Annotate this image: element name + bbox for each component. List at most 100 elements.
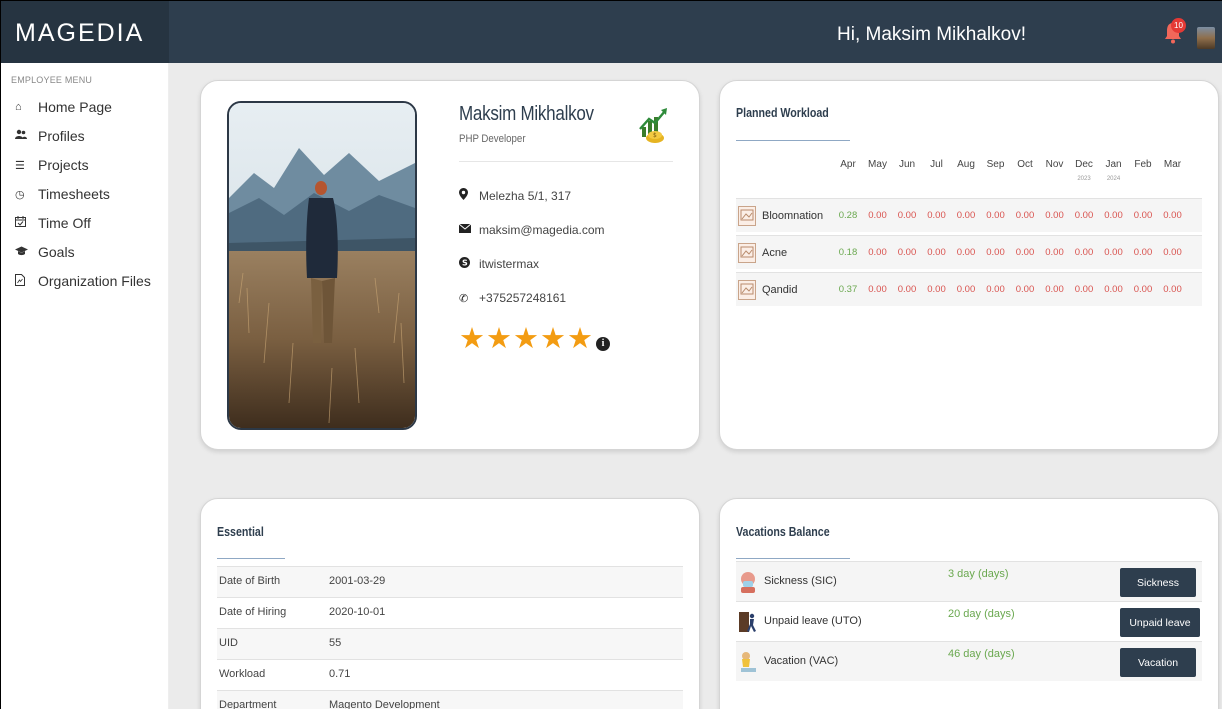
home-icon: ⌂ — [15, 101, 22, 113]
phone-icon: ✆ — [459, 292, 469, 305]
workload-row: Qandid 0.37 0.00 0.00 0.00 0.00 0.00 0.00 0.00 0.… — [736, 272, 1202, 306]
workload-value: 0.00 — [1133, 284, 1153, 295]
sidebar-item-time-off[interactable]: Time Off — [15, 212, 91, 234]
workload-value: 0.00 — [868, 284, 887, 295]
email-text[interactable]: maksim@magedia.com — [479, 223, 605, 237]
workload-value: 0.00 — [868, 247, 887, 258]
vacation-type: Unpaid leave (UTO) — [764, 615, 862, 627]
request-vacation-button[interactable]: Vacation — [1120, 648, 1196, 677]
sidebar-item-organization-files[interactable]: Organization Files — [15, 270, 151, 292]
profile-role: PHP Developer — [459, 133, 526, 145]
sidebar-item-label: Home Page — [38, 99, 112, 115]
sick-person-icon — [741, 572, 755, 593]
request-sickness-button[interactable]: Sickness — [1120, 568, 1196, 597]
map-marker-icon — [459, 188, 479, 203]
workload-row: Acne 0.18 0.00 0.00 0.00 0.00 0.00 0.00 0.00 0.00… — [736, 235, 1202, 269]
essential-label: Date of Birth — [219, 575, 281, 587]
sidebar-title: EMPLOYEE MENU — [11, 75, 93, 85]
list-icon: ☰ — [15, 159, 25, 172]
phone-text[interactable]: +375257248161 — [479, 291, 566, 305]
sidebar-item-home-page[interactable]: ⌂ Home Page — [15, 96, 112, 118]
sidebar-item-label: Projects — [38, 157, 89, 173]
workload-value: 0.00 — [1045, 247, 1064, 258]
month-header: May — [868, 159, 887, 170]
sidebar-item-label: Goals — [38, 244, 75, 260]
workload-value: 0.00 — [1045, 210, 1064, 221]
planned-workload-card: Planned Workload Apr May Jun Jul Aug Sep Oct No… — [719, 80, 1219, 450]
contact-skype[interactable]: S itwistermax — [459, 257, 539, 271]
contact-email[interactable]: maksim@magedia.com — [458, 223, 605, 237]
workload-value: 0.00 — [1015, 210, 1035, 221]
month-header: Mar — [1163, 159, 1182, 170]
growth-chart-icon: $ — [639, 108, 667, 143]
project-name[interactable]: Bloomnation — [762, 210, 823, 222]
section-underline — [217, 558, 285, 559]
essential-row: UID 55 — [217, 628, 683, 659]
project-name[interactable]: Acne — [762, 247, 787, 259]
magedia-logo[interactable]: MAGEDIA — [15, 19, 144, 48]
vacations-balance-card: Vacations Balance Sickness (SIC) 3 day (d… — [719, 498, 1219, 709]
rating-stars: ★ ★ ★ ★ ★ i — [459, 324, 610, 353]
workload-value: 0.00 — [956, 247, 976, 258]
essential-title: Essential — [217, 524, 264, 539]
workload-value: 0.00 — [897, 247, 917, 258]
month-header: Jul — [930, 159, 943, 170]
vacation-type: Vacation (VAC) — [764, 655, 839, 667]
workload-value: 0.00 — [1133, 247, 1153, 258]
workload-value: 0.00 — [1045, 284, 1064, 295]
project-image-icon — [738, 243, 756, 263]
sidebar-item-label: Timesheets — [38, 186, 110, 202]
month-year-label: 2023 — [1077, 176, 1091, 182]
skype-text[interactable]: itwistermax — [479, 257, 539, 271]
workload-value: 0.28 — [838, 210, 858, 221]
essential-row: Date of Birth 2001-03-29 — [217, 566, 683, 597]
month-header: Dec — [1075, 159, 1093, 170]
month-year-label: 2024 — [1106, 176, 1121, 182]
essential-row: Date of Hiring 2020-10-01 — [217, 597, 683, 628]
workload-value: 0.00 — [927, 247, 946, 258]
sidebar-item-timesheets[interactable]: ◷ Timesheets — [15, 183, 110, 205]
essential-value: 2001-03-29 — [329, 575, 386, 587]
workload-value: 0.00 — [1104, 210, 1123, 221]
sidebar-item-profiles[interactable]: Profiles — [15, 125, 85, 147]
contact-phone[interactable]: ✆ +375257248161 — [459, 291, 566, 305]
clock-icon: ◷ — [15, 188, 25, 201]
workload-value: 0.00 — [1074, 247, 1094, 258]
essential-row: Department Magento Development — [217, 690, 683, 709]
sidebar-item-goals[interactable]: Goals — [15, 241, 75, 263]
month-header: Feb — [1134, 159, 1152, 170]
users-icon — [15, 129, 31, 143]
star-icon: ★ — [540, 321, 566, 355]
info-icon[interactable]: i — [596, 336, 610, 351]
sidebar-item-projects[interactable]: ☰ Projects — [15, 154, 89, 176]
workload-value: 0.00 — [1163, 210, 1182, 221]
month-header: Sep — [986, 159, 1005, 170]
skype-icon: S — [459, 257, 479, 271]
project-name[interactable]: Qandid — [762, 284, 797, 296]
essential-value: Magento Development — [329, 699, 440, 709]
essential-label: UID — [219, 637, 238, 649]
profile-divider — [459, 161, 673, 162]
calendar-icon — [15, 216, 31, 230]
profile-photo — [227, 101, 417, 430]
beach-person-icon — [741, 652, 756, 672]
workload-value: 0.00 — [956, 210, 976, 221]
user-avatar[interactable] — [1197, 27, 1215, 49]
workload-value: 0.00 — [1104, 247, 1123, 258]
workload-value: 0.00 — [1015, 247, 1035, 258]
month-header: Jun — [898, 159, 916, 170]
workload-value: 0.00 — [1104, 284, 1123, 295]
star-icon: ★ — [459, 321, 485, 355]
workload-value: 0.00 — [956, 284, 976, 295]
request-unpaid-leave-button[interactable]: Unpaid leave — [1120, 608, 1200, 637]
project-image-icon — [738, 206, 756, 226]
section-underline — [736, 140, 850, 141]
notification-badge[interactable]: 10 — [1171, 18, 1186, 33]
vacation-days: 20 day (days) — [948, 608, 1015, 620]
main-content: Maksim Mikhalkov PHP Developer $ Melezha… — [169, 63, 1222, 709]
essential-card: Essential Date of Birth 2001-03-29 Date of… — [200, 498, 700, 709]
planned-workload-title: Planned Workload — [736, 105, 829, 120]
star-icon: ★ — [486, 321, 512, 355]
svg-text:$: $ — [653, 132, 657, 139]
workload-value: 0.00 — [1163, 284, 1182, 295]
